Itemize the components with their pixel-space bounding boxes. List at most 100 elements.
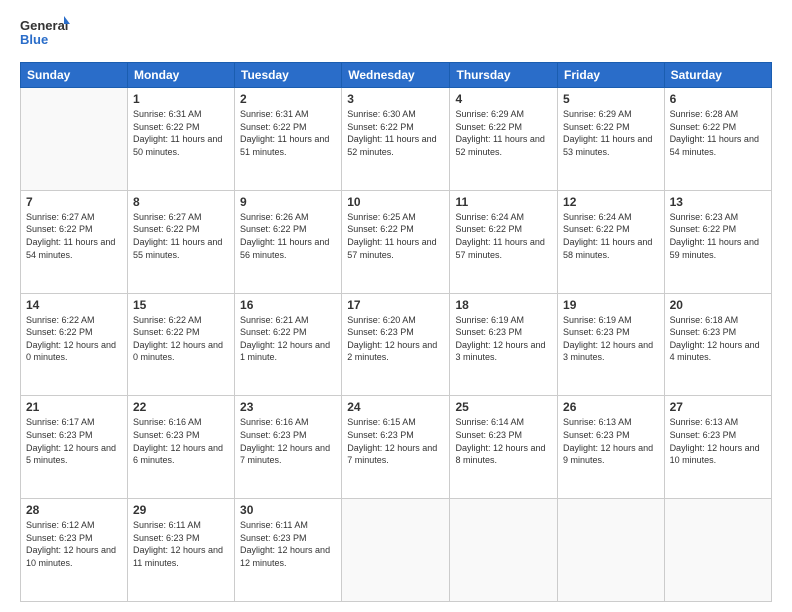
day-info: Sunrise: 6:15 AMSunset: 6:23 PMDaylight:…: [347, 416, 444, 466]
calendar-cell: 1 Sunrise: 6:31 AMSunset: 6:22 PMDayligh…: [127, 88, 234, 191]
calendar-cell: 14 Sunrise: 6:22 AMSunset: 6:22 PMDaylig…: [21, 293, 128, 396]
calendar-cell: 28 Sunrise: 6:12 AMSunset: 6:23 PMDaylig…: [21, 499, 128, 602]
day-number: 18: [455, 298, 552, 312]
day-info: Sunrise: 6:30 AMSunset: 6:22 PMDaylight:…: [347, 108, 444, 158]
calendar-cell: 25 Sunrise: 6:14 AMSunset: 6:23 PMDaylig…: [450, 396, 558, 499]
day-number: 28: [26, 503, 122, 517]
day-info: Sunrise: 6:29 AMSunset: 6:22 PMDaylight:…: [563, 108, 659, 158]
day-number: 9: [240, 195, 336, 209]
calendar-cell: 22 Sunrise: 6:16 AMSunset: 6:23 PMDaylig…: [127, 396, 234, 499]
day-number: 2: [240, 92, 336, 106]
day-number: 8: [133, 195, 229, 209]
weekday-header-friday: Friday: [558, 63, 665, 88]
day-number: 7: [26, 195, 122, 209]
day-number: 22: [133, 400, 229, 414]
day-info: Sunrise: 6:18 AMSunset: 6:23 PMDaylight:…: [670, 314, 766, 364]
day-info: Sunrise: 6:24 AMSunset: 6:22 PMDaylight:…: [455, 211, 552, 261]
day-number: 15: [133, 298, 229, 312]
day-info: Sunrise: 6:25 AMSunset: 6:22 PMDaylight:…: [347, 211, 444, 261]
day-number: 27: [670, 400, 766, 414]
calendar-cell: 2 Sunrise: 6:31 AMSunset: 6:22 PMDayligh…: [235, 88, 342, 191]
day-info: Sunrise: 6:17 AMSunset: 6:23 PMDaylight:…: [26, 416, 122, 466]
day-number: 23: [240, 400, 336, 414]
calendar-cell: 26 Sunrise: 6:13 AMSunset: 6:23 PMDaylig…: [558, 396, 665, 499]
calendar-cell: [21, 88, 128, 191]
calendar-cell: 7 Sunrise: 6:27 AMSunset: 6:22 PMDayligh…: [21, 190, 128, 293]
day-info: Sunrise: 6:12 AMSunset: 6:23 PMDaylight:…: [26, 519, 122, 569]
calendar-cell: [558, 499, 665, 602]
calendar-cell: 11 Sunrise: 6:24 AMSunset: 6:22 PMDaylig…: [450, 190, 558, 293]
day-number: 20: [670, 298, 766, 312]
day-info: Sunrise: 6:28 AMSunset: 6:22 PMDaylight:…: [670, 108, 766, 158]
calendar-cell: 20 Sunrise: 6:18 AMSunset: 6:23 PMDaylig…: [664, 293, 771, 396]
calendar-cell: 17 Sunrise: 6:20 AMSunset: 6:23 PMDaylig…: [342, 293, 450, 396]
page: General Blue SundayMondayTuesdayWednesda…: [0, 0, 792, 612]
day-number: 6: [670, 92, 766, 106]
week-row-5: 28 Sunrise: 6:12 AMSunset: 6:23 PMDaylig…: [21, 499, 772, 602]
day-info: Sunrise: 6:22 AMSunset: 6:22 PMDaylight:…: [26, 314, 122, 364]
weekday-header-sunday: Sunday: [21, 63, 128, 88]
weekday-header-row: SundayMondayTuesdayWednesdayThursdayFrid…: [21, 63, 772, 88]
calendar-cell: 23 Sunrise: 6:16 AMSunset: 6:23 PMDaylig…: [235, 396, 342, 499]
calendar-cell: 24 Sunrise: 6:15 AMSunset: 6:23 PMDaylig…: [342, 396, 450, 499]
calendar-cell: 9 Sunrise: 6:26 AMSunset: 6:22 PMDayligh…: [235, 190, 342, 293]
weekday-header-monday: Monday: [127, 63, 234, 88]
day-info: Sunrise: 6:16 AMSunset: 6:23 PMDaylight:…: [240, 416, 336, 466]
weekday-header-tuesday: Tuesday: [235, 63, 342, 88]
calendar-cell: 8 Sunrise: 6:27 AMSunset: 6:22 PMDayligh…: [127, 190, 234, 293]
day-number: 29: [133, 503, 229, 517]
day-info: Sunrise: 6:26 AMSunset: 6:22 PMDaylight:…: [240, 211, 336, 261]
day-number: 13: [670, 195, 766, 209]
calendar-cell: 21 Sunrise: 6:17 AMSunset: 6:23 PMDaylig…: [21, 396, 128, 499]
logo: General Blue: [20, 16, 70, 52]
calendar-cell: 10 Sunrise: 6:25 AMSunset: 6:22 PMDaylig…: [342, 190, 450, 293]
day-number: 19: [563, 298, 659, 312]
calendar-cell: 13 Sunrise: 6:23 AMSunset: 6:22 PMDaylig…: [664, 190, 771, 293]
calendar-cell: [664, 499, 771, 602]
svg-text:Blue: Blue: [20, 32, 48, 47]
day-number: 3: [347, 92, 444, 106]
week-row-4: 21 Sunrise: 6:17 AMSunset: 6:23 PMDaylig…: [21, 396, 772, 499]
day-info: Sunrise: 6:24 AMSunset: 6:22 PMDaylight:…: [563, 211, 659, 261]
day-info: Sunrise: 6:21 AMSunset: 6:22 PMDaylight:…: [240, 314, 336, 364]
day-number: 5: [563, 92, 659, 106]
calendar: SundayMondayTuesdayWednesdayThursdayFrid…: [20, 62, 772, 602]
calendar-cell: 5 Sunrise: 6:29 AMSunset: 6:22 PMDayligh…: [558, 88, 665, 191]
week-row-3: 14 Sunrise: 6:22 AMSunset: 6:22 PMDaylig…: [21, 293, 772, 396]
day-number: 10: [347, 195, 444, 209]
week-row-2: 7 Sunrise: 6:27 AMSunset: 6:22 PMDayligh…: [21, 190, 772, 293]
day-info: Sunrise: 6:31 AMSunset: 6:22 PMDaylight:…: [133, 108, 229, 158]
day-number: 14: [26, 298, 122, 312]
weekday-header-saturday: Saturday: [664, 63, 771, 88]
weekday-header-wednesday: Wednesday: [342, 63, 450, 88]
calendar-cell: 19 Sunrise: 6:19 AMSunset: 6:23 PMDaylig…: [558, 293, 665, 396]
day-info: Sunrise: 6:11 AMSunset: 6:23 PMDaylight:…: [240, 519, 336, 569]
day-number: 1: [133, 92, 229, 106]
weekday-header-thursday: Thursday: [450, 63, 558, 88]
day-info: Sunrise: 6:11 AMSunset: 6:23 PMDaylight:…: [133, 519, 229, 569]
day-info: Sunrise: 6:31 AMSunset: 6:22 PMDaylight:…: [240, 108, 336, 158]
calendar-cell: 30 Sunrise: 6:11 AMSunset: 6:23 PMDaylig…: [235, 499, 342, 602]
week-row-1: 1 Sunrise: 6:31 AMSunset: 6:22 PMDayligh…: [21, 88, 772, 191]
day-info: Sunrise: 6:14 AMSunset: 6:23 PMDaylight:…: [455, 416, 552, 466]
day-number: 4: [455, 92, 552, 106]
day-info: Sunrise: 6:13 AMSunset: 6:23 PMDaylight:…: [563, 416, 659, 466]
day-number: 21: [26, 400, 122, 414]
day-number: 16: [240, 298, 336, 312]
calendar-cell: 27 Sunrise: 6:13 AMSunset: 6:23 PMDaylig…: [664, 396, 771, 499]
day-number: 12: [563, 195, 659, 209]
calendar-cell: 3 Sunrise: 6:30 AMSunset: 6:22 PMDayligh…: [342, 88, 450, 191]
day-number: 11: [455, 195, 552, 209]
calendar-cell: 6 Sunrise: 6:28 AMSunset: 6:22 PMDayligh…: [664, 88, 771, 191]
calendar-cell: [450, 499, 558, 602]
day-info: Sunrise: 6:19 AMSunset: 6:23 PMDaylight:…: [563, 314, 659, 364]
day-info: Sunrise: 6:19 AMSunset: 6:23 PMDaylight:…: [455, 314, 552, 364]
day-info: Sunrise: 6:29 AMSunset: 6:22 PMDaylight:…: [455, 108, 552, 158]
calendar-cell: 12 Sunrise: 6:24 AMSunset: 6:22 PMDaylig…: [558, 190, 665, 293]
day-info: Sunrise: 6:27 AMSunset: 6:22 PMDaylight:…: [26, 211, 122, 261]
logo-svg: General Blue: [20, 16, 70, 52]
calendar-cell: [342, 499, 450, 602]
day-number: 30: [240, 503, 336, 517]
day-number: 25: [455, 400, 552, 414]
day-info: Sunrise: 6:27 AMSunset: 6:22 PMDaylight:…: [133, 211, 229, 261]
